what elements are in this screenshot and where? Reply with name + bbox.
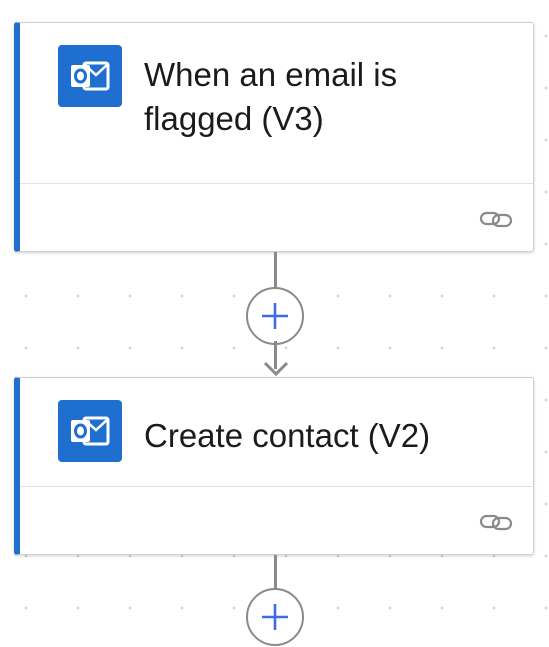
action-card[interactable]: Create contact (V2) [14,377,534,555]
outlook-icon [58,45,122,107]
insert-step-button[interactable] [246,287,304,345]
action-title: Create contact (V2) [144,417,431,454]
trigger-card[interactable]: When an email is flagged (V3) [14,22,534,252]
connector-line [274,555,277,590]
action-card-header[interactable]: Create contact (V2) [20,378,533,487]
outlook-icon [58,400,122,462]
plus-icon [262,604,288,630]
connector-line [274,252,277,290]
trigger-title: When an email is flagged (V3) [144,56,398,137]
link-icon[interactable] [479,512,513,532]
trigger-card-header[interactable]: When an email is flagged (V3) [20,23,533,184]
add-step-button[interactable] [246,588,304,646]
arrow-down-icon [263,361,289,377]
link-icon[interactable] [479,209,513,229]
plus-icon [262,303,288,329]
